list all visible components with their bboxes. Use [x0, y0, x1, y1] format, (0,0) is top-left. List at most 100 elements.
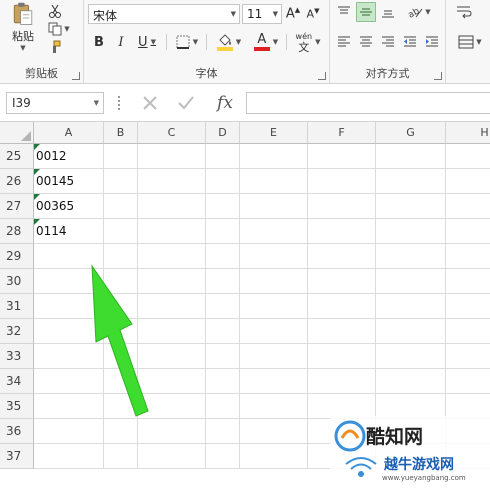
align-right-icon	[382, 36, 394, 47]
enter-button[interactable]	[174, 92, 198, 114]
wrap-text-icon	[457, 6, 472, 19]
font-size-select[interactable]: 11 ▼	[242, 4, 282, 24]
italic-label: I	[118, 34, 124, 50]
font-group-label: 字体	[195, 67, 218, 80]
chevron-down-icon: ▼	[272, 10, 278, 18]
ribbon: 粘贴 ▼ ▼ 剪贴板 宋体 ▼ 11 ▼ A▲ A▼ B I U ▼ ▼ ▼ A…	[0, 0, 490, 84]
merge-center-button[interactable]: ▼	[454, 32, 486, 52]
bold-button[interactable]: B	[90, 32, 108, 52]
font-dialog-launcher[interactable]	[318, 72, 326, 80]
separator	[166, 34, 167, 50]
font-name-select[interactable]: 宋体 ▼	[88, 4, 240, 24]
alignment-group: ab ▼ 对齐方式	[330, 0, 446, 84]
align-middle-icon	[360, 8, 372, 16]
chevron-down-icon: ▼	[192, 38, 199, 46]
decrease-font-size-button[interactable]: A▼	[304, 4, 322, 24]
decrease-font-icon: A▼	[306, 7, 320, 21]
increase-font-icon: A▲	[285, 6, 301, 22]
formula-controls: fx	[132, 92, 244, 114]
separator	[286, 34, 287, 50]
align-center-icon	[360, 36, 372, 47]
phonetic-guide-button[interactable]: wén 文 ▼	[290, 28, 326, 56]
align-middle-button[interactable]	[356, 2, 376, 22]
name-box-value: I39	[12, 96, 31, 110]
clipboard-dialog-launcher[interactable]	[72, 72, 80, 80]
copy-button[interactable]: ▼	[46, 20, 72, 38]
align-left-icon	[338, 36, 350, 47]
chevron-down-icon: ▼	[150, 38, 156, 46]
align-center-button[interactable]	[356, 32, 376, 52]
borders-button[interactable]: ▼	[172, 32, 202, 52]
chevron-down-icon: ▼	[235, 38, 242, 46]
watermark-brand: 酷知网	[366, 426, 424, 448]
fx-icon: fx	[217, 93, 233, 113]
decrease-indent-button[interactable]	[400, 32, 420, 52]
bold-label: B	[94, 34, 104, 50]
font-color-button[interactable]: A ▼	[250, 30, 282, 54]
watermark-logo	[334, 420, 366, 452]
merge-cells-icon	[458, 35, 474, 49]
chevron-down-icon: ▼	[476, 38, 482, 46]
paste-label: 粘贴	[12, 30, 34, 43]
format-painter-button[interactable]	[46, 38, 64, 56]
font-size-value: 11	[247, 7, 263, 21]
font-group: 宋体 ▼ 11 ▼ A▲ A▼ B I U ▼ ▼ ▼ A ▼ wén 文 ▼ …	[84, 0, 330, 84]
increase-indent-button[interactable]	[422, 32, 442, 52]
wrap-merge-group: ▼	[446, 0, 490, 84]
align-left-button[interactable]	[334, 32, 354, 52]
fill-color-button[interactable]: ▼	[212, 30, 246, 54]
align-right-button[interactable]	[378, 32, 398, 52]
chevron-down-icon: ▼	[64, 25, 70, 33]
formula-input[interactable]	[246, 92, 490, 114]
font-color-icon: A	[253, 32, 270, 51]
chevron-down-icon: ▼	[425, 8, 431, 16]
align-bottom-button[interactable]	[378, 2, 398, 22]
watermark: 酷知网 越牛游戏网 www.yueyangbang.com	[330, 416, 490, 490]
italic-button[interactable]: I	[112, 32, 130, 52]
font-color-letter: A	[257, 32, 267, 47]
orientation-button[interactable]: ab ▼	[402, 2, 436, 22]
chevron-down-icon: ▼	[20, 44, 26, 52]
phonetic-bottom: 文	[298, 41, 310, 54]
underline-button[interactable]: U ▼	[134, 32, 160, 52]
clipboard-group: 粘贴 ▼ ▼ 剪贴板	[0, 0, 84, 84]
orientation-icon: ab	[407, 6, 423, 19]
spreadsheet-grid: ABCDEFGH 25 0012 26 00145 27 00365 28 0114 29 30 3…	[0, 122, 490, 490]
align-top-button[interactable]	[334, 2, 354, 22]
cancel-button[interactable]	[138, 92, 162, 114]
align-bottom-icon	[382, 10, 394, 18]
formula-bar-grip-icon	[118, 96, 121, 110]
insert-function-button[interactable]: fx	[212, 92, 238, 114]
separator	[206, 34, 207, 50]
watermark-url: www.yueyangbang.com	[382, 474, 466, 482]
watermark-site-name: 越牛游戏网	[384, 457, 454, 473]
font-name-value: 宋体	[93, 9, 118, 23]
paste-button[interactable]: 粘贴 ▼	[6, 2, 40, 52]
chevron-down-icon: ▼	[230, 10, 236, 18]
close-icon	[143, 96, 157, 110]
copy-icon	[48, 22, 62, 36]
name-box[interactable]: I39 ▼	[6, 92, 104, 114]
phonetic-icon: wén 文	[296, 31, 313, 53]
chevron-down-icon: ▼	[272, 38, 279, 46]
alignment-dialog-launcher[interactable]	[434, 72, 442, 80]
chevron-down-icon: ▼	[93, 99, 99, 107]
increase-font-size-button[interactable]: A▲	[284, 4, 302, 24]
cut-button[interactable]	[46, 2, 64, 20]
chevron-down-icon: ▼	[315, 38, 321, 46]
increase-indent-icon	[426, 36, 438, 47]
underline-label: U	[138, 34, 148, 50]
watermark-wifi-icon	[345, 457, 377, 477]
clipboard-group-label: 剪贴板	[25, 67, 58, 80]
arrow-icon	[91, 264, 149, 417]
alignment-group-label: 对齐方式	[365, 67, 410, 80]
paintbrush-icon	[53, 40, 61, 53]
paint-bucket-icon	[216, 33, 233, 51]
paste-icon	[13, 2, 33, 25]
formula-bar: I39 ▼ fx	[0, 84, 490, 122]
decrease-indent-icon	[404, 36, 416, 47]
align-top-icon	[338, 6, 350, 14]
fill-color-swatch	[216, 47, 233, 51]
checkmark-icon	[178, 96, 194, 110]
wrap-text-button[interactable]	[454, 2, 474, 22]
